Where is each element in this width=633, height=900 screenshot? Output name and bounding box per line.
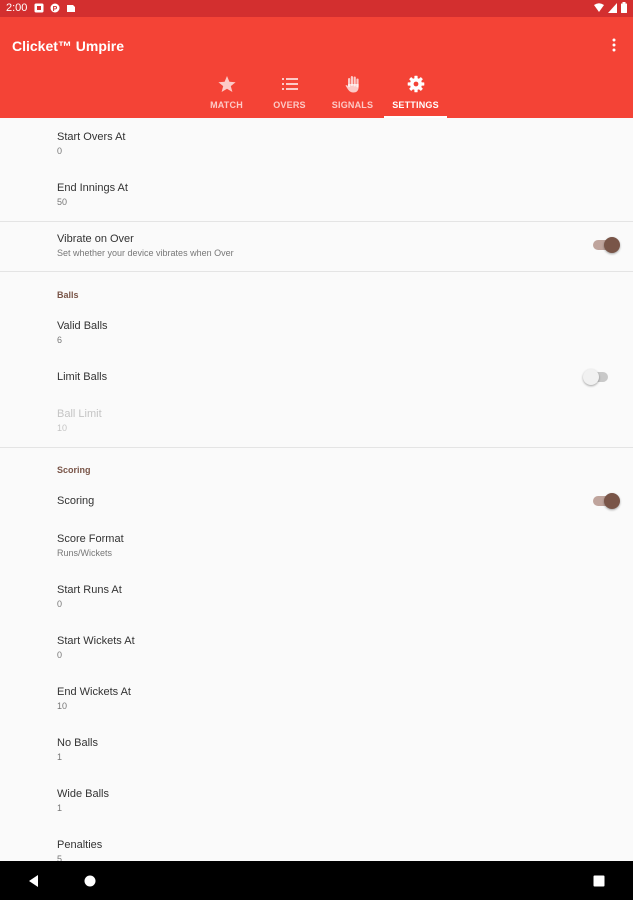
pref-summary: 10 [57, 423, 68, 433]
divider [0, 221, 633, 222]
pref-title: Limit Balls [57, 371, 108, 383]
back-icon[interactable] [26, 873, 42, 889]
category-balls: Balls [57, 290, 79, 300]
pref-title: Scoring [57, 495, 95, 507]
pref-summary: 0 [57, 146, 63, 156]
tab-bar: MATCH OVERS SIGNALS SETTINGS [195, 71, 447, 118]
notification-icon: P [50, 3, 60, 13]
pref-title: Ball Limit [57, 408, 102, 420]
pref-wide-balls[interactable]: Wide Balls 1 [57, 788, 109, 813]
category-scoring: Scoring [57, 465, 91, 475]
pref-title: Score Format [57, 533, 124, 545]
signal-icon [608, 2, 617, 13]
notification-icon [67, 5, 75, 12]
pref-title: Start Runs At [57, 584, 122, 596]
tab-label: SIGNALS [331, 100, 374, 110]
status-bar: 2:00 P [0, 0, 633, 17]
tab-signals[interactable]: SIGNALS [321, 71, 384, 118]
pref-title: Start Wickets At [57, 635, 135, 647]
pref-summary: 0 [57, 599, 63, 609]
list-icon [281, 78, 298, 90]
recents-icon[interactable] [591, 873, 607, 889]
more-vert-icon[interactable] [609, 37, 619, 53]
tab-label: OVERS [273, 100, 306, 110]
pref-summary: 1 [57, 803, 63, 813]
app-title: Clicket™ Umpire [12, 38, 125, 54]
star-icon [217, 76, 236, 92]
pref-title: No Balls [57, 737, 98, 749]
pref-penalties[interactable]: Penalties 5 [57, 839, 102, 861]
pref-summary: Runs/Wickets [57, 548, 113, 558]
notification-icon [34, 3, 44, 13]
toggle-thumb [604, 237, 620, 253]
navigation-bar [0, 861, 633, 900]
pref-summary: Set whether your device vibrates when Ov… [57, 248, 234, 258]
pref-summary: 0 [57, 650, 63, 660]
pref-no-balls[interactable]: No Balls 1 [57, 737, 98, 762]
pref-title: Penalties [57, 839, 103, 851]
scoring-toggle[interactable] [590, 493, 620, 509]
pref-valid-balls[interactable]: Valid Balls 6 [57, 320, 108, 345]
pref-summary: 6 [57, 335, 63, 345]
tab-label: SETTINGS [392, 100, 439, 110]
hand-icon [345, 76, 359, 93]
pref-end-wickets[interactable]: End Wickets At 10 [57, 686, 131, 711]
wifi-icon [594, 3, 604, 12]
limit-balls-toggle[interactable] [583, 369, 613, 385]
pref-title: End Wickets At [57, 686, 131, 698]
settings-list: Start Overs At 0 End Innings At 50 Vibra… [0, 118, 633, 861]
pref-summary: 10 [57, 701, 68, 711]
toggle-thumb [583, 369, 599, 385]
pref-title: Vibrate on Over [57, 233, 134, 245]
pref-title: Valid Balls [57, 320, 108, 332]
pref-summary: 1 [57, 752, 63, 762]
svg-text:P: P [53, 6, 58, 13]
pref-title: End Innings At [57, 182, 128, 194]
tab-label: MATCH [210, 100, 243, 110]
battery-icon [621, 2, 627, 13]
tab-overs[interactable]: OVERS [258, 71, 321, 118]
divider [0, 447, 633, 448]
tab-match[interactable]: MATCH [195, 71, 258, 118]
pref-summary: 5 [57, 854, 63, 861]
status-time: 2:00 [6, 2, 28, 14]
home-icon[interactable] [82, 873, 98, 889]
tab-settings[interactable]: SETTINGS [384, 71, 447, 118]
pref-start-overs[interactable]: Start Overs At 0 [57, 131, 125, 156]
toggle-thumb [604, 493, 620, 509]
pref-vibrate-on-over[interactable]: Vibrate on Over Set whether your device … [57, 233, 234, 258]
pref-title: Wide Balls [57, 788, 109, 800]
pref-limit-balls[interactable]: Limit Balls [57, 371, 107, 383]
pref-end-innings[interactable]: End Innings At 50 [57, 182, 128, 207]
gear-icon [407, 75, 424, 93]
app-bar: Clicket™ Umpire MATCH OVERS SIGNALS SETT… [0, 17, 633, 118]
pref-start-runs[interactable]: Start Runs At 0 [57, 584, 122, 609]
pref-score-format[interactable]: Score Format Runs/Wickets [57, 533, 124, 558]
pref-title: Start Overs At [57, 131, 126, 143]
vibrate-toggle[interactable] [590, 237, 620, 253]
pref-scoring[interactable]: Scoring [57, 495, 94, 507]
pref-summary: 50 [57, 197, 68, 207]
divider [0, 271, 633, 272]
pref-ball-limit: Ball Limit 10 [57, 408, 102, 433]
pref-start-wickets[interactable]: Start Wickets At 0 [57, 635, 135, 660]
